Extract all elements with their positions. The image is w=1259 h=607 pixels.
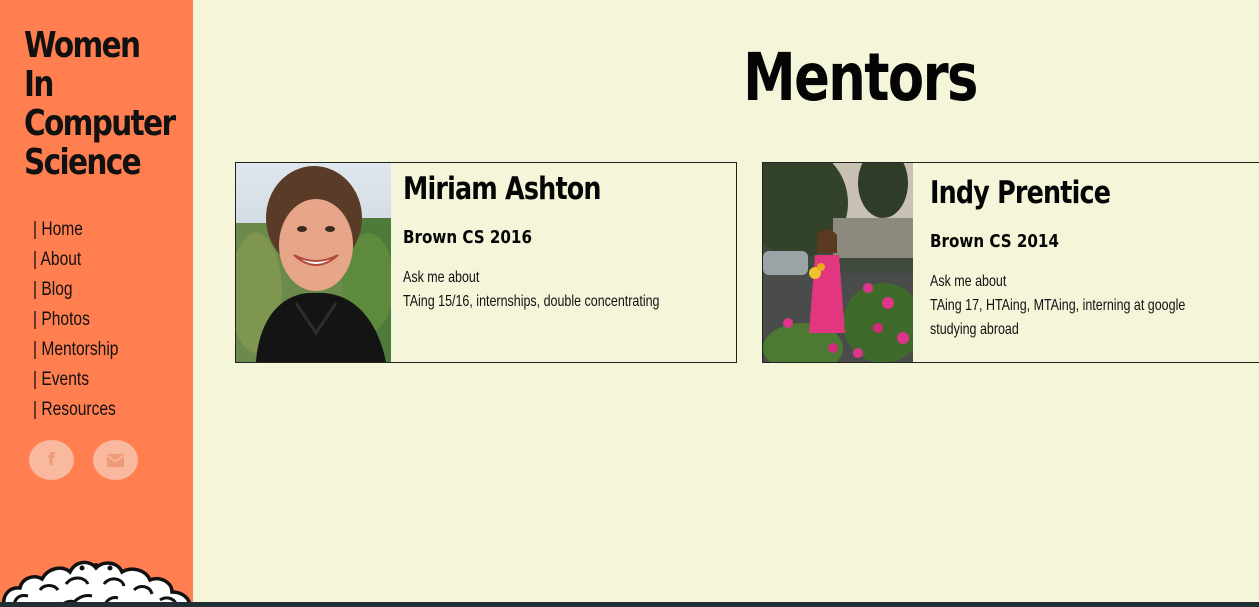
site-title-line: In [24, 64, 54, 105]
page-title: Mentors [743, 39, 978, 116]
mentor-name: Indy Prentice [930, 175, 1111, 211]
sidebar: Women In Computer Science | Home | About… [0, 0, 193, 607]
mentor-topics: Ask me about TAing 17, HTAing, MTAing, i… [930, 270, 1187, 342]
facebook-button[interactable]: f [29, 440, 74, 480]
mail-icon [107, 453, 124, 467]
mentor-class: Brown CS 2014 [930, 231, 1059, 252]
nav-item-about[interactable]: | About [33, 247, 118, 277]
topics-line: studying abroad [930, 321, 1019, 338]
nav-item-events[interactable]: | Events [33, 367, 118, 397]
topics-line: TAing 17, HTAing, MTAing, interning at g… [930, 297, 1186, 314]
mentor-photo [763, 163, 913, 362]
mentor-name: Miriam Ashton [403, 171, 602, 207]
site-title-line: Science [24, 142, 142, 183]
flower-mascot-illustration [1, 560, 192, 607]
nav-item-resources[interactable]: | Resources [33, 397, 118, 427]
mentor-class: Brown CS 2016 [403, 227, 532, 248]
main-nav: | Home | About | Blog | Photos | Mentors… [33, 217, 137, 427]
nav-item-photos[interactable]: | Photos [33, 307, 118, 337]
nav-item-blog[interactable]: | Blog [33, 277, 118, 307]
topics-line: TAing 15/16, internships, double concent… [403, 293, 660, 310]
nav-item-mentorship[interactable]: | Mentorship [33, 337, 118, 367]
site-title-link[interactable]: Women In Computer Science [24, 25, 176, 183]
mentor-card: Indy Prentice Brown CS 2014 Ask me about… [762, 162, 1259, 363]
email-button[interactable] [93, 440, 138, 480]
facebook-icon: f [47, 450, 56, 470]
mentor-photo [236, 163, 391, 362]
ask-label: Ask me about [403, 269, 480, 286]
bottom-strip [0, 602, 1259, 607]
nav-item-home[interactable]: | Home [33, 217, 118, 247]
mentor-info: Indy Prentice Brown CS 2014 Ask me about… [930, 163, 1259, 342]
site-title-line: Women [24, 25, 141, 66]
site-title-line: Computer [24, 103, 176, 144]
mentor-topics: Ask me about TAing 15/16, internships, d… [403, 266, 660, 314]
mentor-info: Miriam Ashton Brown CS 2016 Ask me about… [403, 163, 733, 314]
mentor-card: Miriam Ashton Brown CS 2016 Ask me about… [235, 162, 737, 363]
ask-label: Ask me about [930, 273, 1007, 290]
